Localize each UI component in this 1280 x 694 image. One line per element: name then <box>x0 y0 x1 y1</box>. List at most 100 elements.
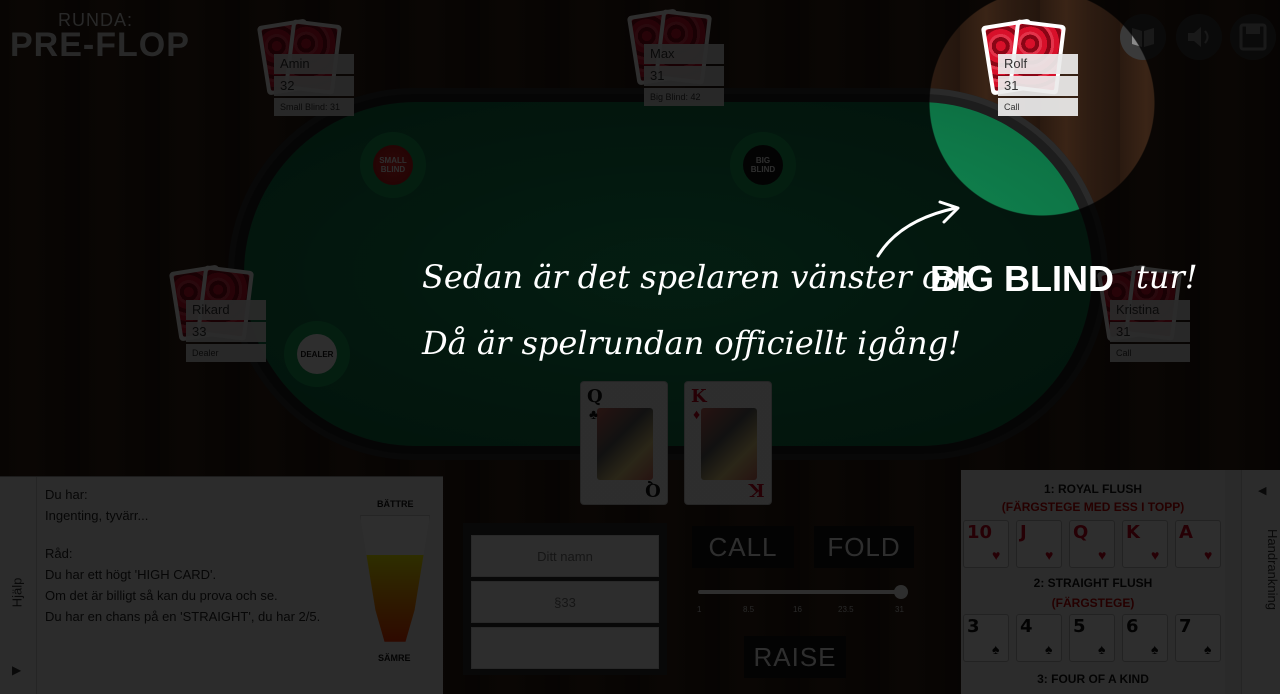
player-name: Amin <box>274 54 354 74</box>
speaker-icon[interactable] <box>1176 14 1222 60</box>
big-blind-chip: BIG BLIND <box>730 132 796 198</box>
raise-button[interactable]: RAISE <box>744 636 846 678</box>
rank-subtitle: (FÄRGSTEGE) <box>1051 596 1135 610</box>
spade-icon: ♠ <box>992 641 1000 657</box>
tutorial-arrow-icon <box>876 200 960 258</box>
spade-icon: ♠ <box>1151 641 1159 657</box>
player-name: Max <box>644 44 724 64</box>
help-line: Du har: <box>45 487 88 502</box>
player-seat-rolf: Rolf 31 Call <box>980 18 1078 118</box>
player-seat-amin: Amin 32 Small Blind: 31 <box>256 18 354 118</box>
heart-icon: ♥ <box>1045 547 1054 563</box>
help-tab[interactable]: Hjälp ▶ <box>0 477 37 694</box>
player-name: Kristina <box>1110 300 1190 320</box>
tutorial-line-2: Då är spelrundan officiellt igång! <box>422 324 961 362</box>
small-blind-chip: SMALL BLIND <box>360 132 426 198</box>
queen-figure <box>597 408 653 480</box>
raise-slider-track[interactable] <box>698 590 902 594</box>
money-field: §33 <box>471 581 659 623</box>
heart-icon: ♥ <box>1098 547 1107 563</box>
help-panel: Hjälp ▶ Du har: Ingenting, tyvärr... Råd… <box>0 476 443 694</box>
expand-arrow-icon[interactable]: ◀ <box>1258 484 1266 497</box>
mini-card: 6 ♠ <box>1122 614 1168 662</box>
player-seat-rikard: Rikard 33 Dealer <box>168 264 266 364</box>
help-tab-label: Hjälp <box>9 577 25 608</box>
rank-title: 3: FOUR OF A KIND <box>1037 672 1149 686</box>
slider-tick: 1 <box>697 605 702 614</box>
mini-card-rank: 4 <box>1020 616 1033 637</box>
player-chips: 31 <box>644 66 724 86</box>
call-button[interactable]: CALL <box>692 526 794 568</box>
rank-title: 1: ROYAL FLUSH <box>1043 482 1142 496</box>
king-figure <box>701 408 757 480</box>
player-action: Call <box>998 98 1078 116</box>
mini-card-rank: A <box>1179 522 1193 543</box>
round-value: PRE-FLOP <box>10 26 190 64</box>
tutorial-line-1b: tur! <box>1136 258 1198 296</box>
mini-card-rank: 10 <box>967 522 993 543</box>
player-seat-max: Max 31 Big Blind: 42 <box>626 8 724 108</box>
mini-card-rank: 3 <box>967 616 980 637</box>
book-icon[interactable] <box>1120 14 1166 60</box>
empty-field <box>471 627 659 669</box>
mini-card-rank: 5 <box>1073 616 1086 637</box>
tutorial-strong-text: BIG BLIND <box>930 258 1114 299</box>
hole-card-king-diamonds: K ♦ K <box>684 381 772 505</box>
player-chips: 31 <box>998 76 1078 96</box>
mini-card-rank: K <box>1126 522 1140 543</box>
card-rank-bottom: K <box>749 479 765 500</box>
player-chips: 33 <box>186 322 266 342</box>
mini-card: 3 ♠ <box>963 614 1009 662</box>
diamond-icon: ♦ <box>693 406 701 422</box>
player-action: Big Blind: 42 <box>644 88 724 106</box>
hand-ranking-tab-label: Handrankning <box>1264 529 1280 610</box>
player-chips: 31 <box>1110 322 1190 342</box>
big-blind-label: BIG BLIND <box>743 145 783 185</box>
mini-card: 4 ♠ <box>1016 614 1062 662</box>
card-rank: Q <box>587 386 603 407</box>
rank-scrollbar[interactable] <box>1225 470 1241 694</box>
card-rank-bottom: Q <box>645 479 661 500</box>
hand-ranking-panel: 1: ROYAL FLUSH (FÄRGSTEGE MED ESS I TOPP… <box>961 470 1280 694</box>
rank-subtitle: (FÄRGSTEGE MED ESS I TOPP) <box>1001 500 1185 514</box>
meter-fill <box>361 555 429 642</box>
spade-icon: ♠ <box>1045 641 1053 657</box>
save-icon[interactable] <box>1230 14 1276 60</box>
dealer-chip: DEALER <box>284 321 350 387</box>
slider-tick: 16 <box>793 605 802 614</box>
player-action: Call <box>1110 344 1190 362</box>
mini-card-rank: 7 <box>1179 616 1192 637</box>
help-line: Om det är billigt så kan du prova och se… <box>45 588 278 603</box>
help-line: Ingenting, tyvärr... <box>45 508 149 523</box>
help-line: Råd: <box>45 546 73 561</box>
dealer-label: DEALER <box>297 334 337 374</box>
player-name: Rikard <box>186 300 266 320</box>
player-action: Small Blind: 31 <box>274 98 354 116</box>
mini-card: K ♥ <box>1122 520 1168 568</box>
mini-card-rank: 6 <box>1126 616 1139 637</box>
expand-arrow-icon[interactable]: ▶ <box>12 663 21 677</box>
small-blind-label: SMALL BLIND <box>373 145 413 185</box>
mini-card: A ♥ <box>1175 520 1221 568</box>
hand-ranking-tab[interactable]: ◀ Handrankning <box>1241 470 1280 694</box>
spade-icon: ♠ <box>1204 641 1212 657</box>
meter-label-worse: SÄMRE <box>378 653 411 663</box>
help-line: Du har en chans på en 'STRAIGHT', du har… <box>45 609 321 624</box>
spade-icon: ♠ <box>1098 641 1106 657</box>
hand-strength-meter <box>360 515 430 642</box>
player-action: Dealer <box>186 344 266 362</box>
meter-label-better: BÄTTRE <box>377 499 414 509</box>
mini-card: 5 ♠ <box>1069 614 1115 662</box>
player-name: Rolf <box>998 54 1078 74</box>
mini-card-rank: J <box>1020 522 1027 543</box>
slider-tick: 31 <box>895 605 904 614</box>
fold-button[interactable]: FOLD <box>814 526 914 568</box>
rank-title: 2: STRAIGHT FLUSH <box>1033 576 1153 590</box>
player-name-field[interactable]: Ditt namn <box>471 535 659 577</box>
player-input-panel: Ditt namn §33 <box>463 523 667 675</box>
tutorial-line-1a: Sedan är det spelaren vänster om <box>422 258 972 296</box>
slider-tick: 23.5 <box>838 605 854 614</box>
raise-slider-thumb[interactable] <box>894 585 908 599</box>
heart-icon: ♥ <box>992 547 1001 563</box>
hole-card-queen-clubs: Q ♣ Q <box>580 381 668 505</box>
